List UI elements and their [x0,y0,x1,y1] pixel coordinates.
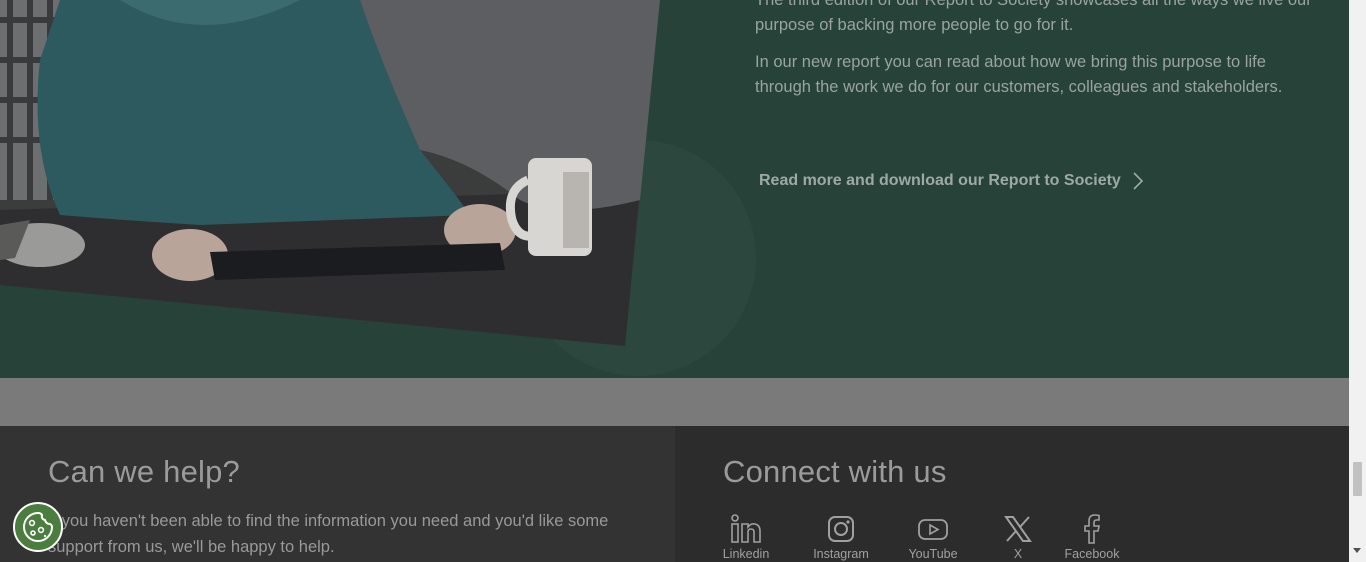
scrollbar-thumb[interactable] [1353,462,1362,496]
connect-panel: Connect with us Linkedin Instagram YouTu… [675,426,1349,562]
social-link-linkedin[interactable]: Linkedin [723,514,769,561]
help-title: Can we help? [48,454,240,489]
social-label: X [1013,547,1023,561]
scroll-down-arrow-icon[interactable] [1353,548,1361,553]
help-text: If you haven't been able to find the inf… [48,512,609,556]
help-panel: Can we help? If you haven't been able to… [0,426,675,562]
facebook-icon [1084,514,1100,544]
report-photo [0,0,660,346]
x-icon [1004,516,1032,542]
youtube-icon [918,519,948,540]
social-label: Linkedin [722,547,770,561]
social-label: Instagram [813,547,869,561]
social-link-x[interactable]: X [1003,514,1033,561]
page-scrollbar[interactable] [1349,0,1366,562]
social-link-youtube[interactable]: YouTube [903,514,963,561]
social-link-facebook[interactable]: Facebook [1061,514,1123,561]
cookie-settings-button[interactable] [13,502,63,552]
social-label: YouTube [908,547,958,561]
linkedin-icon [731,514,761,543]
divider-band [0,378,1349,426]
social-link-instagram[interactable]: Instagram [809,514,873,561]
report-paragraph-2: In our new report you can read about how… [755,53,1283,96]
social-links: Linkedin Instagram YouTube X Facebook [723,514,1123,561]
chevron-right-icon [1133,172,1143,190]
report-download-link[interactable]: Read more and download our Report to Soc… [759,172,1143,190]
connect-title: Connect with us [723,454,947,489]
report-download-label: Read more and download our Report to Soc… [759,172,1121,189]
report-section: The third edition of our Report to Socie… [0,0,1349,378]
report-paragraph-1: The third edition of our Report to Socie… [755,0,1312,34]
social-label: Facebook [1064,547,1120,561]
report-text: The third edition of our Report to Socie… [755,0,1315,112]
instagram-icon [828,516,854,542]
cookie-icon [23,511,54,542]
